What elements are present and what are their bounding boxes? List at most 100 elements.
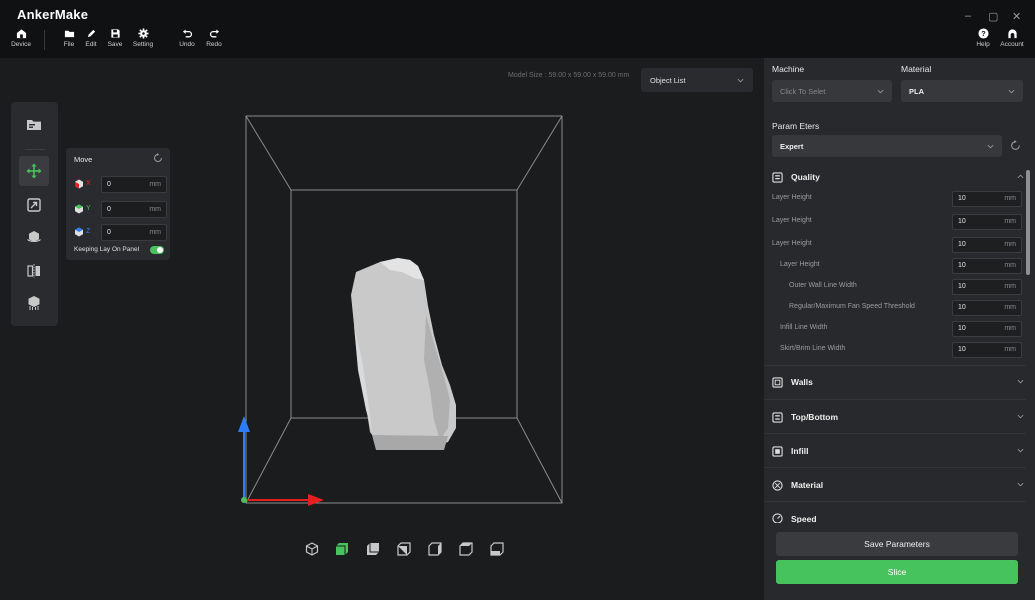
chevron-down-icon (1017, 482, 1024, 487)
machine-label: Machine (772, 64, 805, 74)
section-divider (764, 365, 1026, 366)
view-perspective-icon[interactable] (305, 542, 319, 556)
rotate-icon (27, 231, 41, 242)
maximize-button[interactable]: ▢ (988, 10, 998, 23)
param-layer-height-input[interactable]: 10 mm (952, 191, 1022, 207)
chevron-down-icon (1017, 448, 1024, 453)
param-value: 10 (958, 304, 966, 311)
tool-rail (11, 102, 58, 326)
view-front-icon[interactable] (335, 542, 349, 556)
slice-button[interactable]: Slice (776, 560, 1018, 584)
param-layer-height-input[interactable]: 10 mm (952, 214, 1022, 230)
param-value: 10 (958, 325, 966, 332)
move-z-input[interactable]: 0 mm (101, 224, 167, 241)
move-y-input[interactable]: 0 mm (101, 201, 167, 218)
open-file-tool[interactable] (19, 110, 49, 140)
param-label: Infill Line Width (780, 324, 828, 331)
build-volume-scene[interactable] (230, 110, 580, 510)
save-parameters-button[interactable]: Save Parameters (776, 532, 1018, 556)
param-fan-speed-threshold-input[interactable]: 10 mm (952, 300, 1022, 316)
machine-select-value: Click To Selet (780, 86, 826, 96)
model-mesh[interactable] (351, 258, 456, 450)
move-z-unit: mm (149, 229, 161, 236)
undo-button[interactable]: Undo (172, 28, 202, 56)
view-right-icon[interactable] (428, 542, 442, 556)
param-infill-line-width-input[interactable]: 10 mm (952, 321, 1022, 337)
save-button[interactable]: Save (100, 28, 130, 56)
param-value: 10 (958, 195, 966, 202)
help-button[interactable]: ? Help (968, 28, 998, 56)
save-label: Save (107, 41, 123, 48)
section-speed-header[interactable]: Speed (772, 509, 1024, 523)
move-x-unit: mm (149, 181, 161, 188)
close-button[interactable]: ✕ (1012, 10, 1021, 23)
reset-icon[interactable] (153, 153, 163, 163)
move-z-row: Z 0 mm (74, 224, 167, 241)
machine-select[interactable]: Click To Selet (772, 80, 892, 102)
help-label: Help (976, 41, 990, 48)
view-top-icon[interactable] (459, 542, 473, 556)
redo-button[interactable]: Redo (199, 28, 229, 56)
section-quality-header[interactable]: Quality (772, 167, 1024, 187)
pencil-icon (87, 29, 95, 38)
reset-icon[interactable] (1010, 140, 1021, 151)
param-value: 10 (958, 218, 966, 225)
account-button[interactable]: Account (997, 28, 1027, 56)
svg-text:?: ? (981, 29, 986, 38)
section-divider (764, 501, 1026, 502)
param-unit: mm (1004, 195, 1016, 202)
param-value: 10 (958, 262, 966, 269)
top-toolbar: AnkerMake Device File Edit Save Setting … (0, 0, 1035, 58)
param-layer-height-input[interactable]: 10 mm (952, 237, 1022, 253)
app-brand: AnkerMake (17, 7, 89, 22)
mirror-tool[interactable] (19, 256, 49, 286)
axis-x-label: X (86, 180, 91, 187)
axis-z-label: Z (86, 228, 91, 235)
section-infill-title: Infill (791, 446, 809, 456)
material-icon (772, 479, 783, 491)
section-quality-title: Quality (791, 172, 820, 182)
section-infill-header[interactable]: Infill (772, 441, 1024, 461)
move-tool[interactable] (19, 156, 49, 186)
param-unit: mm (1004, 241, 1016, 248)
move-icon (26, 163, 42, 179)
section-material-header[interactable]: Material (772, 475, 1024, 495)
param-label: Outer Wall Line Width (789, 282, 857, 289)
settings-scrollbar[interactable] (1026, 170, 1030, 275)
device-button[interactable]: Device (6, 28, 36, 56)
param-layer-height-input[interactable]: 10 mm (952, 258, 1022, 274)
view-back-icon[interactable] (366, 542, 380, 556)
chevron-down-icon (1008, 89, 1015, 93)
material-select[interactable]: PLA (901, 80, 1023, 102)
gear-icon (137, 28, 149, 39)
support-tool[interactable] (19, 288, 49, 318)
infill-icon (772, 445, 783, 457)
rotate-tool[interactable] (19, 222, 49, 252)
move-y-value: 0 (107, 206, 111, 213)
move-panel-title: Move (74, 155, 93, 164)
cube-y-icon (75, 204, 83, 214)
move-x-input[interactable]: 0 mm (101, 176, 167, 193)
lay-on-panel-toggle[interactable] (150, 246, 164, 254)
walls-icon (772, 376, 783, 388)
param-skirt-brim-line-width-input[interactable]: 10 mm (952, 342, 1022, 358)
param-outer-wall-line-width-input[interactable]: 10 mm (952, 279, 1022, 295)
move-x-value: 0 (107, 181, 111, 188)
axis-gizmo (238, 416, 324, 506)
scale-tool[interactable] (19, 190, 49, 220)
minimize-button[interactable]: – (965, 10, 971, 22)
top-bottom-icon (772, 411, 783, 423)
section-walls-header[interactable]: Walls (772, 372, 1024, 392)
section-divider (764, 467, 1026, 468)
section-top-bottom-header[interactable]: Top/Bottom (772, 407, 1024, 427)
help-icon: ? (977, 28, 989, 39)
setting-button[interactable]: Setting (128, 28, 158, 56)
parameters-select[interactable]: Expert (772, 135, 1002, 157)
object-list-dropdown[interactable]: Object List (641, 68, 753, 92)
move-y-unit: mm (149, 206, 161, 213)
folder-icon (64, 30, 74, 38)
view-bottom-icon[interactable] (490, 542, 504, 556)
setting-label: Setting (132, 41, 154, 48)
view-left-icon[interactable] (397, 542, 411, 556)
quality-icon (772, 171, 783, 183)
